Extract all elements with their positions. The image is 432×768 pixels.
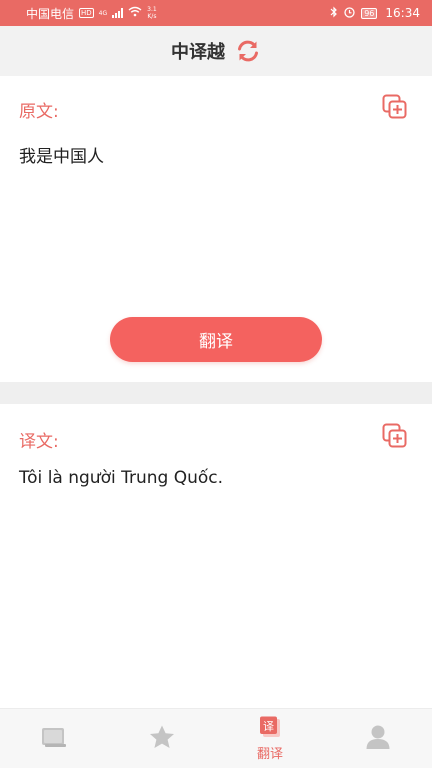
star-icon bbox=[148, 724, 176, 754]
bluetooth-icon bbox=[330, 6, 338, 21]
target-text: Tôi là người Trung Quốc. bbox=[19, 468, 224, 488]
copy-icon[interactable] bbox=[382, 423, 408, 449]
source-label: 原文: bbox=[19, 102, 59, 122]
status-bar: 中国电信 HD 4G 3.1 K/s 96 16:34 bbox=[0, 0, 432, 26]
alarm-icon bbox=[343, 6, 356, 21]
book-icon bbox=[41, 726, 67, 752]
translate-icon: 译 bbox=[257, 716, 283, 742]
bottom-nav: 译 翻译 bbox=[0, 708, 432, 768]
carrier-name: 中国电信 bbox=[26, 6, 75, 21]
network-speed: 3.1 K/s bbox=[147, 6, 157, 20]
nav-label-translate: 翻译 bbox=[256, 746, 283, 762]
nav-item-profile[interactable] bbox=[324, 709, 432, 768]
target-label: 译文: bbox=[19, 432, 59, 452]
copy-icon[interactable] bbox=[382, 94, 408, 120]
target-panel: 译文: Tôi là người Trung Quốc. bbox=[0, 404, 432, 708]
status-left: 中国电信 HD 4G 3.1 K/s bbox=[26, 5, 157, 22]
hd-badge: HD bbox=[79, 8, 94, 18]
title-bar: 中译越 bbox=[0, 26, 432, 76]
signal-icon bbox=[112, 8, 124, 18]
speed-value: 3.1 bbox=[147, 6, 157, 13]
source-panel: 原文: 我是中国人 翻译 bbox=[0, 76, 432, 382]
page-title: 中译越 bbox=[171, 42, 225, 63]
status-time: 16:34 bbox=[385, 6, 420, 20]
nav-item-translate[interactable]: 译 翻译 bbox=[216, 709, 324, 768]
translate-button[interactable]: 翻译 bbox=[110, 317, 322, 362]
swap-language-icon[interactable] bbox=[235, 38, 261, 64]
nav-item-dictionary[interactable] bbox=[0, 709, 108, 768]
user-icon bbox=[365, 724, 391, 754]
translate-icon-glyph: 译 bbox=[263, 720, 274, 733]
wifi-icon bbox=[128, 6, 142, 20]
nav-item-favorites[interactable] bbox=[108, 709, 216, 768]
network-type: 4G bbox=[98, 9, 108, 17]
battery-indicator: 96 bbox=[361, 7, 378, 19]
status-right: 96 16:34 bbox=[330, 6, 420, 21]
speed-unit: K/s bbox=[147, 13, 157, 20]
source-text-input[interactable]: 我是中国人 bbox=[19, 142, 413, 167]
section-divider bbox=[0, 382, 432, 404]
